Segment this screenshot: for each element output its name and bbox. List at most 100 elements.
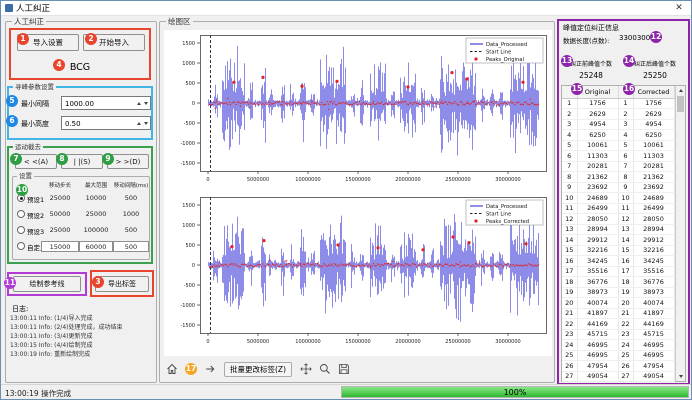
draw-reference-button[interactable]: 绘制参考线: [13, 276, 81, 292]
peak-table[interactable]: Original Corrected 117561175622629226293…: [561, 85, 686, 382]
peak-original-cell[interactable]: 38973: [577, 287, 618, 298]
spin-down-button[interactable]: [142, 98, 149, 109]
peak-corrected-cell[interactable]: 2629: [633, 109, 674, 120]
pause-button[interactable]: | |(S): [61, 154, 103, 169]
peak-index-cell: 25: [618, 350, 633, 361]
peak-index-cell: 17: [618, 266, 633, 277]
peak-original-cell[interactable]: 49054: [577, 371, 618, 382]
peak-original-cell[interactable]: 10061: [577, 140, 618, 151]
spin-down-button[interactable]: [142, 118, 149, 129]
preset3-step: 25000: [41, 226, 79, 234]
home-button[interactable]: [164, 361, 180, 377]
move-right-button[interactable]: > >(D): [107, 154, 149, 169]
zoom-button[interactable]: [317, 361, 333, 377]
spin-up-button[interactable]: [135, 118, 142, 129]
peak-original-cell[interactable]: 29912: [577, 235, 618, 246]
save-button[interactable]: [336, 361, 352, 377]
peak-corrected-cell[interactable]: 49054: [633, 371, 674, 382]
peak-corrected-cell[interactable]: 44169: [633, 319, 674, 330]
peak-corrected-cell[interactable]: 28994: [633, 224, 674, 235]
peak-corrected-cell[interactable]: 21362: [633, 172, 674, 183]
peak-original-cell[interactable]: 1756: [577, 98, 618, 109]
peak-corrected-cell[interactable]: 29912: [633, 235, 674, 246]
peak-row: 923692923692: [562, 182, 674, 193]
peak-original-cell[interactable]: 28994: [577, 224, 618, 235]
peak-corrected-cell[interactable]: 41897: [633, 308, 674, 319]
peak-corrected-cell[interactable]: 35516: [633, 266, 674, 277]
peak-original-cell[interactable]: 46995: [577, 350, 618, 361]
preset3-interval: 500: [113, 226, 149, 234]
peak-original-cell[interactable]: 40074: [577, 298, 618, 309]
peak-corrected-cell[interactable]: 32216: [633, 245, 674, 256]
peak-corrected-cell[interactable]: 40074: [633, 298, 674, 309]
motion-settings-title: 设置: [17, 171, 34, 181]
peak-original-cell[interactable]: 4954: [577, 119, 618, 130]
close-button[interactable]: ✕: [671, 3, 687, 13]
table-scrollbar[interactable]: [675, 86, 685, 381]
peak-original-cell[interactable]: 24689: [577, 193, 618, 204]
pan-button[interactable]: [298, 361, 314, 377]
start-import-button[interactable]: 开始导入: [83, 34, 145, 51]
log-area[interactable]: 13:00:11 Info: (1/4)导入完成13:00:11 Info: (…: [10, 314, 154, 378]
peak-corrected-cell[interactable]: 24689: [633, 193, 674, 204]
peak-original-cell[interactable]: 20281: [577, 161, 618, 172]
peak-corrected-cell[interactable]: 45715: [633, 329, 674, 340]
custom-interval-input[interactable]: 500: [113, 241, 149, 252]
peak-corrected-cell[interactable]: 38973: [633, 287, 674, 298]
import-settings-button[interactable]: 导入设置: [17, 34, 79, 51]
scroll-down-button[interactable]: [676, 372, 685, 381]
min-interval-spinbox[interactable]: 1000.00: [61, 96, 151, 110]
scroll-up-button[interactable]: [676, 86, 685, 95]
peak-original-cell[interactable]: 35516: [577, 266, 618, 277]
peak-original-cell[interactable]: 6250: [577, 130, 618, 141]
peak-corrected-cell[interactable]: 46995: [633, 350, 674, 361]
peak-original-cell[interactable]: 44169: [577, 319, 618, 330]
peak-corrected-cell[interactable]: 47954: [633, 361, 674, 372]
peak-original-cell[interactable]: 21362: [577, 172, 618, 183]
peak-index-cell: 13: [562, 224, 577, 235]
min-height-spinbox[interactable]: 0.50: [61, 116, 151, 130]
preset3-radio[interactable]: [17, 226, 25, 234]
move-left-button[interactable]: < <(A): [15, 154, 57, 169]
custom-range-input[interactable]: 60000: [79, 241, 113, 252]
spin-up-button[interactable]: [135, 98, 142, 109]
peak-original-cell[interactable]: 45715: [577, 329, 618, 340]
peak-row: 2262922629: [562, 109, 674, 120]
custom-step-input[interactable]: 15000: [41, 241, 79, 252]
peak-original-cell[interactable]: 32216: [577, 245, 618, 256]
peak-original-cell[interactable]: 34245: [577, 256, 618, 267]
peak-corrected-cell[interactable]: 1756: [633, 98, 674, 109]
peak-original-cell[interactable]: 47954: [577, 361, 618, 372]
peak-original-cell[interactable]: 28050: [577, 214, 618, 225]
batch-change-labels-button[interactable]: 批量更改标签(Z): [224, 362, 292, 377]
preset1-radio[interactable]: [17, 194, 25, 202]
peak-row: 1175611756: [562, 98, 674, 109]
signal-plots-canvas[interactable]: [164, 30, 552, 356]
peak-corrected-cell[interactable]: 26499: [633, 203, 674, 214]
peak-corrected-cell[interactable]: 20281: [633, 161, 674, 172]
peak-original-cell[interactable]: 2629: [577, 109, 618, 120]
peak-original-cell[interactable]: 46995: [577, 340, 618, 351]
peak-original-cell[interactable]: 11303: [577, 151, 618, 162]
peak-corrected-cell[interactable]: 10061: [633, 140, 674, 151]
export-labels-button[interactable]: 导出标签: [95, 276, 149, 292]
peak-corrected-cell[interactable]: 46995: [633, 340, 674, 351]
custom-radio[interactable]: [17, 242, 25, 250]
peak-original-cell[interactable]: 26499: [577, 203, 618, 214]
peak-corrected-cell[interactable]: 11303: [633, 151, 674, 162]
peak-corrected-cell[interactable]: 4954: [633, 119, 674, 130]
back-button[interactable]: [183, 361, 199, 377]
peak-original-cell[interactable]: 41897: [577, 308, 618, 319]
scrollbar-thumb[interactable]: [677, 96, 684, 112]
peak-corrected-cell[interactable]: 6250: [633, 130, 674, 141]
forward-button[interactable]: [202, 361, 218, 377]
peak-corrected-cell[interactable]: 23692: [633, 182, 674, 193]
peak-corrected-cell[interactable]: 36776: [633, 277, 674, 288]
peak-original-cell[interactable]: 36776: [577, 277, 618, 288]
peak-original-cell[interactable]: 23692: [577, 182, 618, 193]
peak-row: 26479542647954: [562, 361, 674, 372]
preset2-radio[interactable]: [17, 210, 25, 218]
peak-index-cell: 15: [562, 245, 577, 256]
peak-corrected-cell[interactable]: 28050: [633, 214, 674, 225]
peak-corrected-cell[interactable]: 34245: [633, 256, 674, 267]
